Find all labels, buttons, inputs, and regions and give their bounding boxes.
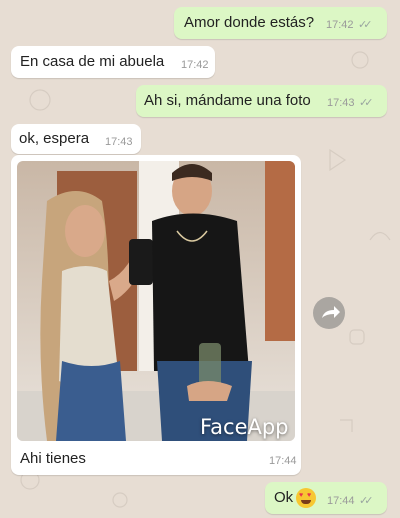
message-bubble-outgoing[interactable]: Ok ♥ ♥ 17:44 ✓✓ [265, 482, 387, 514]
message-time: 17:42 [326, 19, 354, 31]
message-time: 17:44 [327, 495, 355, 507]
forward-button[interactable] [313, 297, 345, 329]
faceapp-watermark: FaceApp [200, 415, 289, 439]
message-text: Ok [274, 489, 294, 506]
double-check-icon: ✓✓ [358, 19, 373, 31]
message-text: Ah si, mándame una foto [144, 92, 311, 109]
message-time: 17:43 [105, 136, 133, 148]
image-caption: Ahi tienes [20, 450, 86, 467]
shared-photo[interactable]: FaceApp [17, 161, 295, 441]
message-time: 17:42 [181, 59, 209, 71]
message-bubble-incoming[interactable]: En casa de mi abuela 17:42 [11, 46, 215, 78]
message-text: Amor donde estás? [184, 14, 315, 31]
forward-arrow-icon [322, 306, 340, 318]
image-message[interactable]: FaceApp Ahi tienes 17:44 [11, 155, 301, 475]
message-time: 17:44 [269, 455, 297, 467]
heart-eyes-emoji: ♥ ♥ [296, 488, 316, 508]
message-bubble-outgoing[interactable]: Ah si, mándame una foto 17:43 ✓✓ [136, 85, 387, 117]
message-bubble-outgoing[interactable]: Amor donde estás? 17:42 ✓✓ [174, 7, 387, 39]
message-bubble-incoming[interactable]: ok, espera 17:43 [11, 124, 141, 154]
message-time: 17:43 [327, 97, 355, 109]
photo-image [17, 161, 295, 441]
double-check-icon: ✓✓ [359, 97, 374, 109]
message-text: ok, espera [19, 130, 90, 147]
message-text: En casa de mi abuela [20, 53, 165, 70]
double-check-icon: ✓✓ [359, 495, 374, 507]
